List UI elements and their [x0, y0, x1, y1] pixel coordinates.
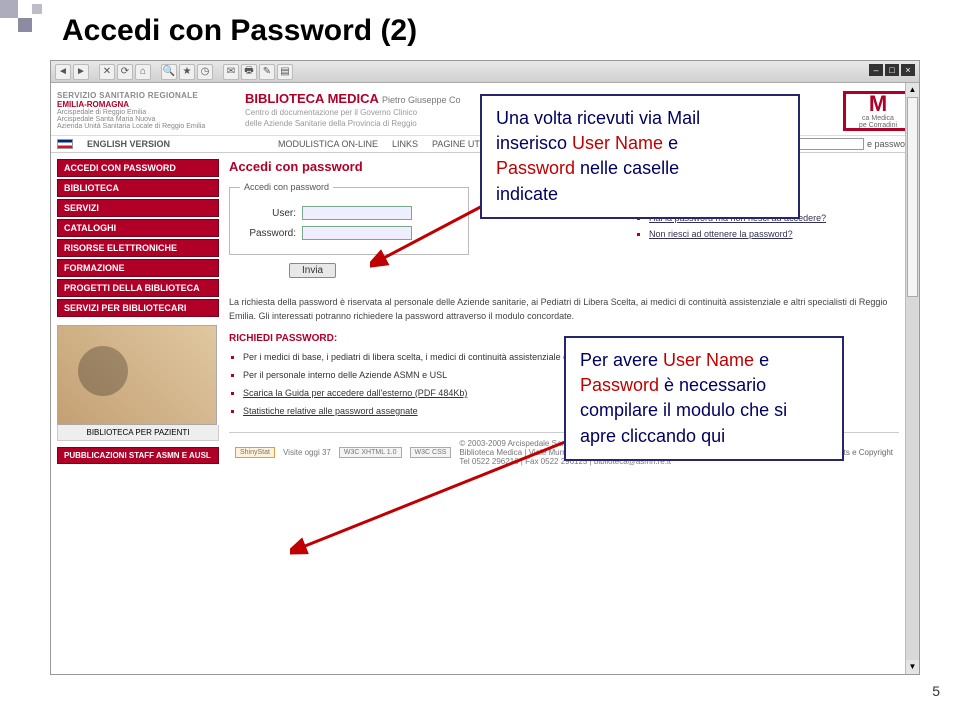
home-icon[interactable]: ⌂ — [135, 64, 151, 80]
favorites-icon[interactable]: ★ — [179, 64, 195, 80]
sidebar-item-bibliotecari[interactable]: SERVIZI PER BIBLIOTECARI — [57, 299, 219, 317]
user-label: User: — [240, 208, 296, 219]
help-cannot-get[interactable]: Non riesci ad ottenere la password? — [649, 229, 793, 239]
password-label: Password: — [240, 228, 296, 239]
header-org: SERVIZIO SANITARIO REGIONALE EMILIA-ROMA… — [57, 91, 237, 131]
sidebar-item-formazione[interactable]: FORMAZIONE — [57, 259, 219, 277]
slide-number: 5 — [932, 683, 940, 699]
sidebar-item-risorse[interactable]: RISORSE ELETTRONICHE — [57, 239, 219, 257]
sidebar-item-pubs[interactable]: PUBBLICAZIONI STAFF ASMN E AUSL — [57, 447, 219, 464]
stop-icon[interactable]: ✕ — [99, 64, 115, 80]
submit-button[interactable]: Invia — [289, 263, 336, 278]
sidebar-item-progetti[interactable]: PROGETTI DELLA BIBLIOTECA — [57, 279, 219, 297]
callout-2: Per avere User Name e Password è necessa… — [564, 336, 844, 461]
mail-icon[interactable]: ✉ — [223, 64, 239, 80]
window-controls: – □ × — [869, 64, 915, 76]
scroll-down-icon[interactable]: ▼ — [906, 660, 919, 674]
arrow-2 — [290, 440, 570, 560]
back-icon[interactable]: ◄ — [55, 64, 71, 80]
login-legend: Accedi con password — [240, 182, 333, 192]
english-link[interactable]: ENGLISH VERSION — [87, 139, 170, 149]
sidebar-image — [57, 325, 217, 425]
sidebar: ACCEDI CON PASSWORD BIBLIOTECA SERVIZI C… — [57, 159, 219, 472]
edit-icon[interactable]: ✎ — [259, 64, 275, 80]
flag-icon — [57, 139, 73, 149]
forward-icon[interactable]: ► — [73, 64, 89, 80]
slide-title: Accedi con Password (2) — [62, 14, 417, 48]
restore-icon[interactable]: □ — [885, 64, 899, 76]
sidebar-item-accedi[interactable]: ACCEDI CON PASSWORD — [57, 159, 219, 177]
minimize-icon[interactable]: – — [869, 64, 883, 76]
browser-toolbar: ◄ ► ✕ ⟳ ⌂ 🔍 ★ ◷ ✉ 🖶 ✎ ▤ – □ × — [51, 61, 919, 83]
tools-icon[interactable]: ▤ — [277, 64, 293, 80]
nav-modulistica[interactable]: MODULISTICA ON-LINE — [278, 139, 378, 149]
search-icon[interactable]: 🔍 — [161, 64, 177, 80]
callout-1: Una volta ricevuti via Mail inserisco Us… — [480, 94, 800, 219]
info-paragraph: La richiesta della password è riservata … — [229, 296, 899, 323]
nav-links[interactable]: LINKS — [392, 139, 418, 149]
sidebar-item-servizi[interactable]: SERVIZI — [57, 199, 219, 217]
sidebar-item-cataloghi[interactable]: CATALOGHI — [57, 219, 219, 237]
reload-icon[interactable]: ⟳ — [117, 64, 133, 80]
shinystat-badge[interactable]: ShinyStat — [235, 447, 275, 458]
header-logo: M ca Medica pe Corradini — [843, 91, 913, 131]
close-icon[interactable]: × — [901, 64, 915, 76]
history-icon[interactable]: ◷ — [197, 64, 213, 80]
scroll-up-icon[interactable]: ▲ — [906, 83, 919, 97]
sidebar-caption[interactable]: BIBLIOTECA PER PAZIENTI — [57, 425, 219, 441]
sidebar-item-biblioteca[interactable]: BIBLIOTECA — [57, 179, 219, 197]
print-icon[interactable]: 🖶 — [241, 64, 257, 80]
